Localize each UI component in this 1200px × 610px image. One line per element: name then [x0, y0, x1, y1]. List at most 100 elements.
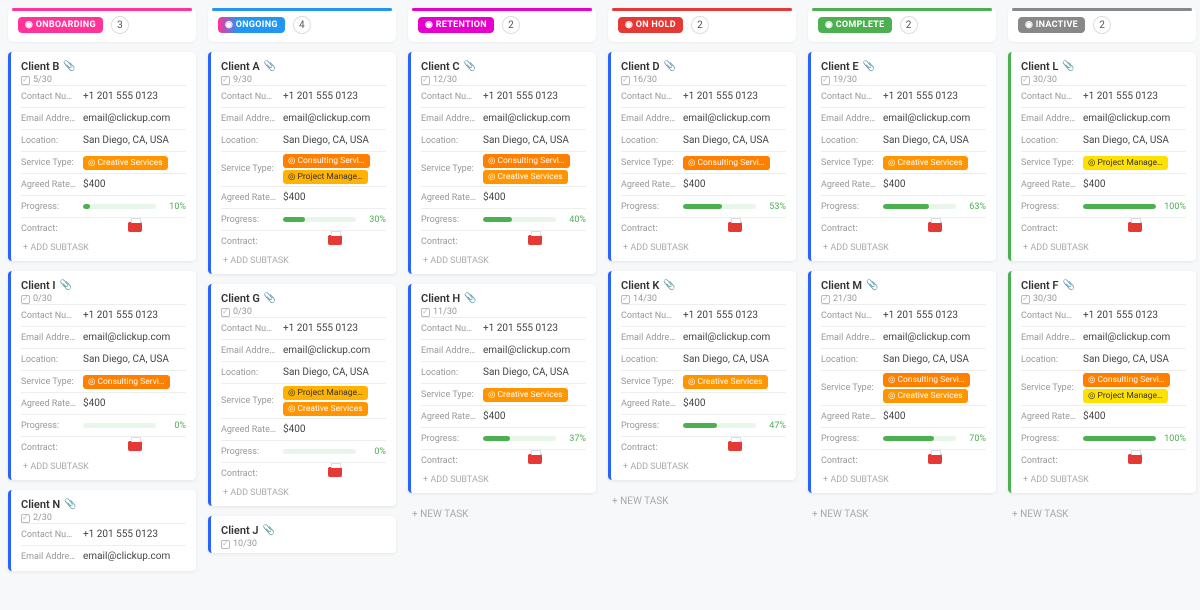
attachment-icon[interactable]: 📎	[664, 61, 676, 72]
add-subtask-button[interactable]: + ADD SUBTASK	[21, 458, 186, 476]
column-header[interactable]: ◉ ON HOLD 2	[608, 8, 796, 42]
service-tag[interactable]: ◎ Creative Services	[883, 156, 968, 170]
client-card[interactable]: Client A 📎 9/30 Contact Nu… +1 201 555 0…	[208, 52, 396, 274]
attachment-icon[interactable]: 📎	[1062, 61, 1074, 72]
card-title[interactable]: Client J 📎	[221, 524, 386, 537]
card-title[interactable]: Client D 📎	[621, 60, 786, 73]
status-pill[interactable]: ◉ COMPLETE	[818, 17, 892, 33]
client-card[interactable]: Client C 📎 12/30 Contact Nu… +1 201 555 …	[408, 52, 596, 274]
card-title[interactable]: Client H 📎	[421, 292, 586, 305]
add-subtask-button[interactable]: + ADD SUBTASK	[1021, 239, 1186, 257]
client-card[interactable]: Client H 📎 11/30 Contact Nu… +1 201 555 …	[408, 284, 596, 493]
pdf-icon[interactable]	[328, 235, 342, 245]
pdf-icon[interactable]	[928, 454, 942, 464]
attachment-icon[interactable]: 📎	[464, 293, 476, 304]
add-subtask-button[interactable]: + ADD SUBTASK	[821, 471, 986, 489]
pdf-icon[interactable]	[528, 235, 542, 245]
add-subtask-button[interactable]: + ADD SUBTASK	[621, 239, 786, 257]
new-task-button[interactable]: + NEW TASK	[408, 503, 596, 526]
service-tag[interactable]: ◎ Project Manage…	[1083, 156, 1168, 170]
card-title[interactable]: Client C 📎	[421, 60, 586, 73]
attachment-icon[interactable]: 📎	[464, 61, 476, 72]
service-tag[interactable]: ◎ Project Manage…	[283, 170, 368, 184]
add-subtask-button[interactable]: + ADD SUBTASK	[221, 484, 386, 502]
attachment-icon[interactable]: 📎	[264, 61, 276, 72]
service-tag[interactable]: ◎ Creative Services	[683, 375, 768, 389]
service-tag[interactable]: ◎ Creative Services	[483, 170, 568, 184]
add-subtask-button[interactable]: + ADD SUBTASK	[221, 252, 386, 270]
attachment-icon[interactable]: 📎	[263, 525, 275, 536]
add-subtask-button[interactable]: + ADD SUBTASK	[1021, 471, 1186, 489]
status-pill[interactable]: ◉ RETENTION	[418, 17, 494, 33]
status-pill[interactable]: ◉ INACTIVE	[1018, 17, 1085, 33]
card-title[interactable]: Client N 📎	[21, 498, 186, 511]
client-card[interactable]: Client F 📎 30/30 Contact Nu… +1 201 555 …	[1008, 271, 1196, 493]
add-subtask-button[interactable]: + ADD SUBTASK	[621, 458, 786, 476]
attachment-icon[interactable]: 📎	[863, 61, 875, 72]
card-title[interactable]: Client B 📎	[21, 60, 186, 73]
pdf-icon[interactable]	[128, 441, 142, 451]
client-card[interactable]: Client K 📎 14/30 Contact Nu… +1 201 555 …	[608, 271, 796, 480]
service-tag[interactable]: ◎ Creative Services	[483, 388, 568, 402]
service-tag[interactable]: ◎ Consulting Servi…	[683, 156, 770, 170]
card-title[interactable]: Client E 📎	[821, 60, 986, 73]
status-pill[interactable]: ◉ ONBOARDING	[18, 17, 103, 33]
add-subtask-button[interactable]: + ADD SUBTASK	[821, 239, 986, 257]
row-label: Contract:	[421, 456, 483, 466]
client-card[interactable]: Client M 📎 21/30 Contact Nu… +1 201 555 …	[808, 271, 996, 493]
column-header[interactable]: ◉ ONGOING 4	[208, 8, 396, 42]
service-tag[interactable]: ◎ Creative Services	[883, 389, 968, 403]
new-task-button[interactable]: + NEW TASK	[808, 503, 996, 526]
column-header[interactable]: ◉ ONBOARDING 3	[8, 8, 196, 42]
new-task-button[interactable]: + NEW TASK	[1008, 503, 1196, 526]
card-title[interactable]: Client G 📎	[221, 292, 386, 305]
add-subtask-button[interactable]: + ADD SUBTASK	[421, 252, 586, 270]
card-title[interactable]: Client K 📎	[621, 279, 786, 292]
service-tag[interactable]: ◎ Project Manage…	[1083, 389, 1168, 403]
card-title[interactable]: Client L 📎	[1021, 60, 1186, 73]
service-tag[interactable]: ◎ Consulting Servi…	[83, 375, 170, 389]
pdf-icon[interactable]	[728, 222, 742, 232]
service-tag[interactable]: ◎ Consulting Servi…	[883, 373, 970, 387]
attachment-icon[interactable]: 📎	[1062, 280, 1074, 291]
service-tag[interactable]: ◎ Consulting Servi…	[483, 154, 570, 168]
add-subtask-button[interactable]: + ADD SUBTASK	[421, 471, 586, 489]
attachment-icon[interactable]: 📎	[866, 280, 878, 291]
pdf-icon[interactable]	[328, 467, 342, 477]
card-title[interactable]: Client I 📎	[21, 279, 186, 292]
client-card[interactable]: Client J 📎 10/30	[208, 516, 396, 553]
client-card[interactable]: Client N 📎 2/30 Contact Nu… +1 201 555 0…	[8, 490, 196, 571]
pdf-icon[interactable]	[928, 222, 942, 232]
service-tag[interactable]: ◎ Project Manage…	[283, 386, 368, 400]
add-subtask-button[interactable]: + ADD SUBTASK	[21, 239, 186, 257]
client-card[interactable]: Client E 📎 19/30 Contact Nu… +1 201 555 …	[808, 52, 996, 261]
card-title[interactable]: Client F 📎	[1021, 279, 1186, 292]
attachment-icon[interactable]: 📎	[63, 61, 75, 72]
card-title[interactable]: Client M 📎	[821, 279, 986, 292]
pdf-icon[interactable]	[1128, 222, 1142, 232]
column-header[interactable]: ◉ COMPLETE 2	[808, 8, 996, 42]
service-tag[interactable]: ◎ Consulting Servi…	[283, 154, 370, 168]
service-tag[interactable]: ◎ Creative Services	[283, 402, 368, 416]
service-tag[interactable]: ◎ Creative Services	[83, 156, 168, 170]
attachment-icon[interactable]: 📎	[663, 280, 675, 291]
client-card[interactable]: Client B 📎 5/30 Contact Nu… +1 201 555 0…	[8, 52, 196, 261]
card-title[interactable]: Client A 📎	[221, 60, 386, 73]
client-card[interactable]: Client G 📎 0/30 Contact Nu… +1 201 555 0…	[208, 284, 396, 506]
status-pill[interactable]: ◉ ONGOING	[218, 17, 285, 33]
client-card[interactable]: Client L 📎 30/30 Contact Nu… +1 201 555 …	[1008, 52, 1196, 261]
new-task-button[interactable]: + NEW TASK	[608, 490, 796, 513]
pdf-icon[interactable]	[528, 454, 542, 464]
column-header[interactable]: ◉ RETENTION 2	[408, 8, 596, 42]
pdf-icon[interactable]	[728, 441, 742, 451]
pdf-icon[interactable]	[1128, 454, 1142, 464]
attachment-icon[interactable]: 📎	[64, 499, 76, 510]
attachment-icon[interactable]: 📎	[60, 280, 72, 291]
status-pill[interactable]: ◉ ON HOLD	[618, 17, 683, 33]
column-header[interactable]: ◉ INACTIVE 2	[1008, 8, 1196, 42]
pdf-icon[interactable]	[128, 222, 142, 232]
client-card[interactable]: Client I 📎 0/30 Contact Nu… +1 201 555 0…	[8, 271, 196, 480]
client-card[interactable]: Client D 📎 16/30 Contact Nu… +1 201 555 …	[608, 52, 796, 261]
attachment-icon[interactable]: 📎	[264, 293, 276, 304]
service-tag[interactable]: ◎ Consulting Servi…	[1083, 373, 1170, 387]
